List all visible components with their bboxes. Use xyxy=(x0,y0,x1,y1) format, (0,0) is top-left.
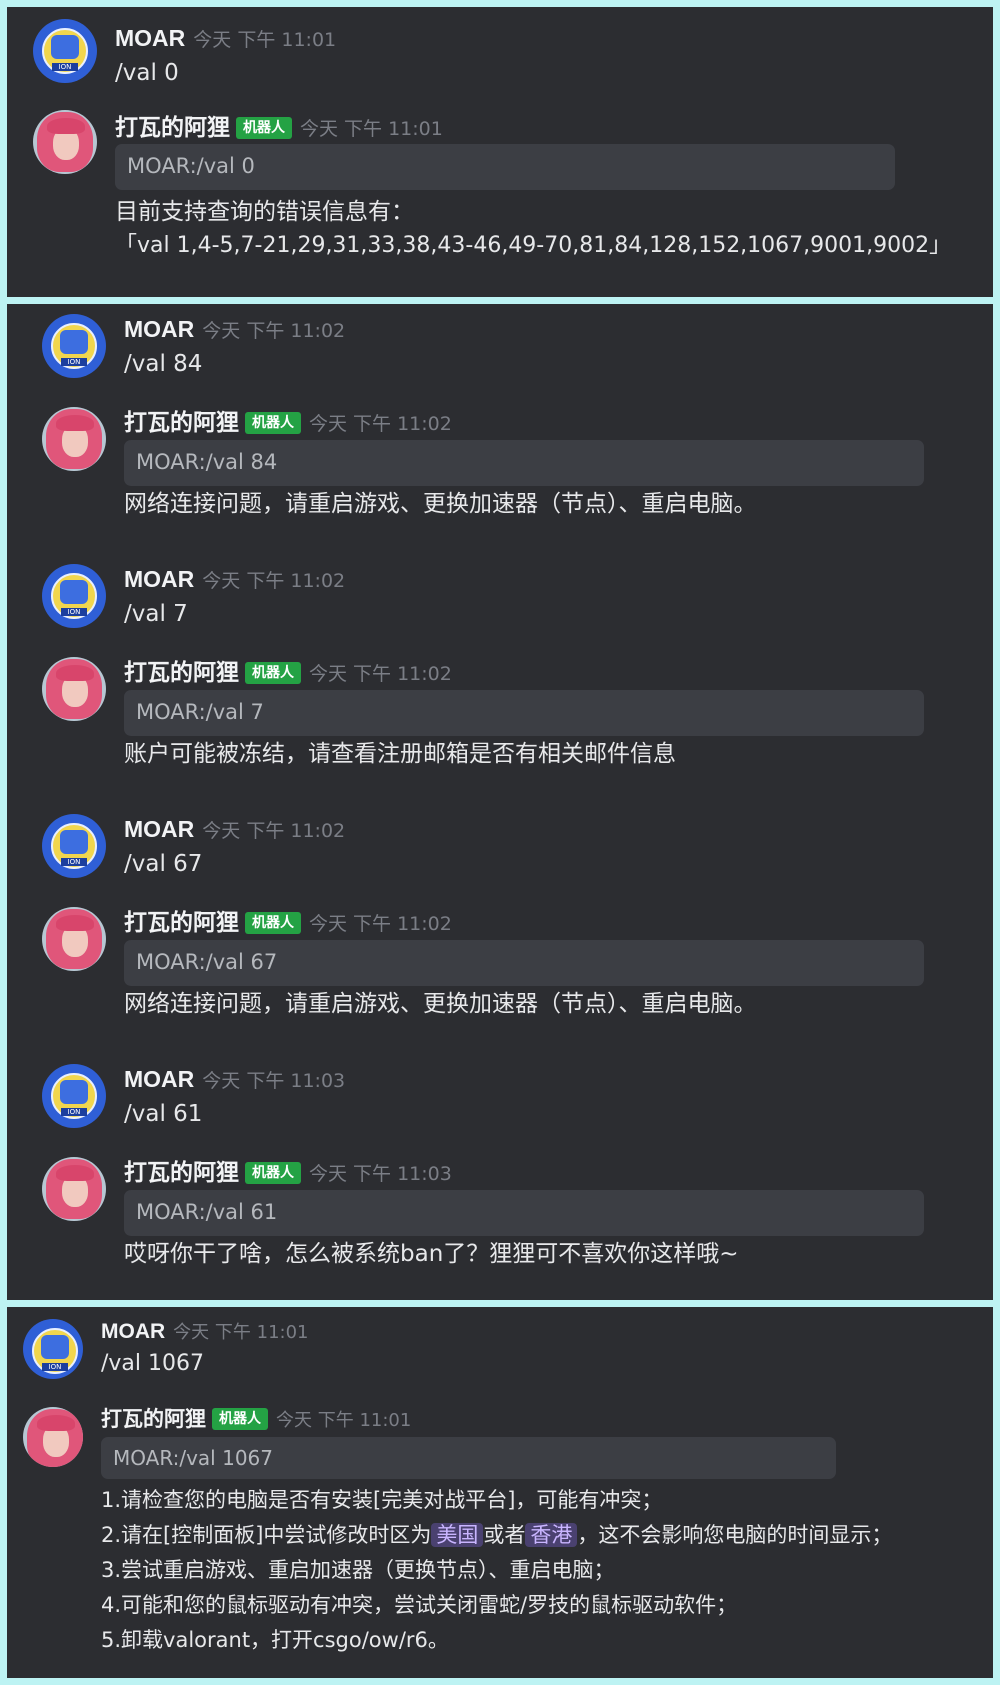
reply-quote[interactable]: MOAR:/val 84 xyxy=(124,440,924,486)
reply-quote[interactable]: MOAR:/val 7 xyxy=(124,690,924,736)
timestamp: 今天 下午 11:01 xyxy=(193,29,337,51)
chat-panel-2: ION MOAR 今天 下午 11:02 /val 84 打瓦的阿狸 机器人 今天 下… xyxy=(7,304,993,1300)
reply-quote[interactable]: MOAR:/val 67 xyxy=(124,940,924,986)
moar-avatar[interactable]: ION xyxy=(42,564,106,628)
username[interactable]: 打瓦的阿狸 xyxy=(124,659,239,685)
message-line: 5.卸载valorant，打开csgo/ow/r6。 xyxy=(101,1628,449,1652)
moar-avatar[interactable]: ION xyxy=(42,814,106,878)
timestamp: 今天 下午 11:01 xyxy=(300,118,443,140)
moar-avatar[interactable]: ION xyxy=(42,1064,106,1128)
chat-panel-3: ION MOAR 今天 下午 11:01 /val 1067 打瓦的阿狸 机器人 今天… xyxy=(7,1307,993,1678)
bot-avatar[interactable] xyxy=(42,1157,106,1221)
timestamp: 今天 下午 11:01 xyxy=(173,1322,309,1343)
message-line: 「val 1,4-5,7-21,29,31,33,38,43-46,49-70,… xyxy=(115,233,952,258)
message-content: 账户可能被冻结，请查看注册邮箱是否有相关邮件信息 xyxy=(124,741,676,767)
username[interactable]: 打瓦的阿狸 xyxy=(101,1408,206,1431)
message-content: 网络连接问题，请重启游戏、更换加速器（节点）、重启电脑。 xyxy=(124,491,757,517)
message-content: 目前支持查询的错误信息有： 「val 1,4-5,7-21,29,31,33,3… xyxy=(115,197,951,261)
message-content: /val 7 xyxy=(124,601,188,627)
message-content: /val 84 xyxy=(124,351,203,377)
bot-avatar[interactable] xyxy=(23,1407,83,1467)
username[interactable]: MOAR xyxy=(101,1320,165,1343)
moar-avatar[interactable]: ION xyxy=(42,314,106,378)
timestamp: 今天 下午 11:02 xyxy=(202,820,346,842)
message-line: 目前支持查询的错误信息有： xyxy=(115,199,414,225)
timezone-chip-hk[interactable]: 香港 xyxy=(525,1523,578,1547)
username[interactable]: 打瓦的阿狸 xyxy=(124,409,239,435)
bot-avatar[interactable] xyxy=(42,407,106,471)
timestamp: 今天 下午 11:03 xyxy=(309,1163,452,1185)
bot-badge: 机器人 xyxy=(245,662,301,684)
message-content: 1.请检查您的电脑是否有安装[完美对战平台]，可能有冲突； 2.请在[控制面板]… xyxy=(101,1483,892,1658)
bot-badge: 机器人 xyxy=(245,1162,301,1184)
message-content: /val 1067 xyxy=(101,1351,205,1376)
username[interactable]: 打瓦的阿狸 xyxy=(124,909,239,935)
bot-badge: 机器人 xyxy=(245,912,301,934)
username[interactable]: MOAR xyxy=(124,566,194,592)
message-content: 网络连接问题，请重启游戏、更换加速器（节点）、重启电脑。 xyxy=(124,991,757,1017)
bot-avatar[interactable] xyxy=(42,657,106,721)
bot-badge: 机器人 xyxy=(245,412,301,434)
username[interactable]: 打瓦的阿狸 xyxy=(115,114,230,140)
username[interactable]: MOAR xyxy=(115,25,185,51)
timestamp: 今天 下午 11:02 xyxy=(202,320,346,342)
message-content: /val 67 xyxy=(124,851,203,877)
timestamp: 今天 下午 11:02 xyxy=(309,663,452,685)
moar-avatar[interactable]: ION xyxy=(33,19,97,83)
username[interactable]: 打瓦的阿狸 xyxy=(124,1159,239,1185)
chat-panel-1: ION MOAR 今天 下午 11:01 /val 0 打瓦的阿狸 机器人 今天 下午… xyxy=(7,7,993,297)
message-content: /val 0 xyxy=(115,60,179,86)
timestamp: 今天 下午 11:02 xyxy=(202,570,346,592)
reply-quote[interactable]: MOAR:/val 1067 xyxy=(101,1437,836,1479)
timestamp: 今天 下午 11:02 xyxy=(309,413,452,435)
message-content: 哎呀你干了啥，怎么被系统ban了？狸狸可不喜欢你这样哦~ xyxy=(124,1241,739,1267)
timestamp: 今天 下午 11:02 xyxy=(309,913,452,935)
reply-quote[interactable]: MOAR:/val 0 xyxy=(115,144,895,190)
bot-avatar[interactable] xyxy=(33,110,97,174)
message-line: 2.请在[控制面板]中尝试修改时区为 美国 或者 香港 ，这不会影响您电脑的时间显示； xyxy=(101,1523,893,1547)
username[interactable]: MOAR xyxy=(124,316,194,342)
bot-avatar[interactable] xyxy=(42,907,106,971)
reply-quote[interactable]: MOAR:/val 61 xyxy=(124,1190,924,1236)
timestamp: 今天 下午 11:01 xyxy=(276,1410,412,1431)
message-line: 4.可能和您的鼠标驱动有冲突，尝试关闭雷蛇/罗技的鼠标驱动软件； xyxy=(101,1593,738,1617)
timestamp: 今天 下午 11:03 xyxy=(202,1070,346,1092)
username[interactable]: MOAR xyxy=(124,816,194,842)
moar-avatar[interactable]: ION xyxy=(23,1319,83,1379)
bot-badge: 机器人 xyxy=(212,1408,268,1430)
message-line: 1.请检查您的电脑是否有安装[完美对战平台]，可能有冲突； xyxy=(101,1488,663,1512)
username[interactable]: MOAR xyxy=(124,1066,194,1092)
bot-badge: 机器人 xyxy=(236,117,292,139)
timezone-chip-us[interactable]: 美国 xyxy=(431,1523,484,1547)
message-content: /val 61 xyxy=(124,1101,203,1127)
message-line: 3.尝试重启游戏、重启加速器（更换节点）、重启电脑； xyxy=(101,1558,615,1582)
